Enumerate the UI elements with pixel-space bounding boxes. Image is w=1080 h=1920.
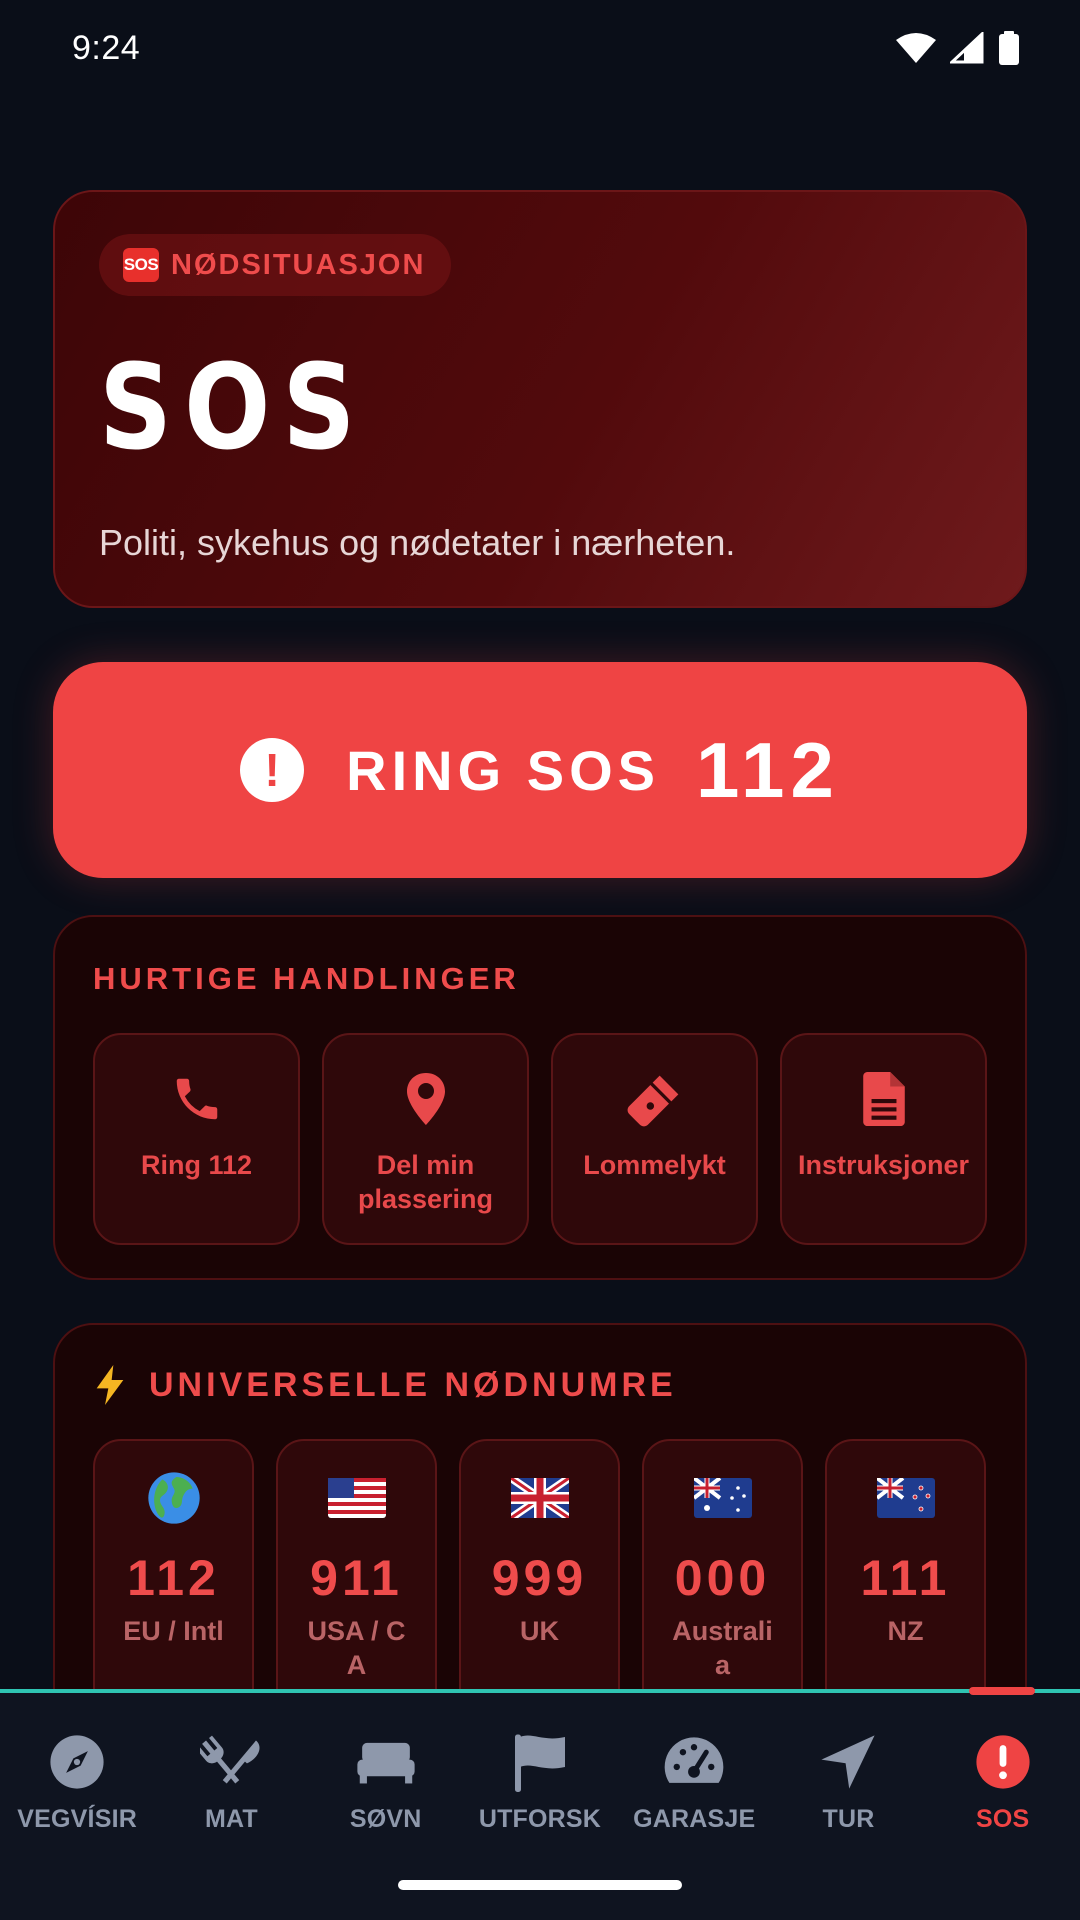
quick-action-flashlight[interactable]: Lommelykt — [551, 1033, 758, 1245]
quick-actions-grid: Ring 112 Del min plassering Lommelykt In… — [93, 1033, 987, 1245]
nav-label: SOS — [976, 1805, 1030, 1833]
call-sos-label: RING SOS — [346, 738, 660, 802]
lightning-icon — [96, 1365, 124, 1405]
nav-label: UTFORSK — [478, 1805, 602, 1833]
emergency-number-uk[interactable]: 999 UK — [459, 1439, 620, 1719]
nav-item-sos[interactable]: SOS — [926, 1693, 1080, 1843]
australia-flag-icon — [693, 1471, 752, 1525]
nav-items: VEGVÍSIR MAT SØVN UTFORSK GARASJE TUR SO… — [0, 1693, 1080, 1843]
emergency-number-region: EU / Intl — [123, 1616, 224, 1646]
emergency-hero-card: SOS NØDSITUASJON SOS Politi, sykehus og … — [53, 190, 1027, 608]
emergency-number-region: NZ — [887, 1616, 924, 1646]
quick-action-share-location[interactable]: Del min plassering — [322, 1033, 529, 1245]
quick-action-label: Lommelykt — [583, 1150, 726, 1180]
emergency-number-eu[interactable]: 112 EU / Intl — [93, 1439, 254, 1719]
sos-emoji-icon: SOS — [123, 248, 159, 282]
quick-action-instructions[interactable]: Instruksjoner — [780, 1033, 987, 1245]
emergency-badge: SOS NØDSITUASJON — [99, 234, 452, 296]
emergency-number-value: 000 — [674, 1550, 771, 1606]
emergency-numbers-heading-label: UNIVERSELLE NØDNUMRE — [149, 1365, 677, 1404]
emergency-number-value: 112 — [127, 1550, 220, 1606]
nav-label: GARASJE — [633, 1805, 756, 1833]
home-indicator[interactable] — [398, 1880, 682, 1890]
nav-label: TUR — [822, 1805, 875, 1833]
quick-actions-heading: HURTIGE HANDLINGER — [93, 961, 520, 996]
uk-flag-icon — [510, 1471, 569, 1525]
location-pin-icon — [402, 1071, 450, 1127]
nav-label: MAT — [204, 1805, 258, 1833]
phone-icon — [170, 1071, 224, 1127]
status-icons — [896, 31, 1020, 65]
alert-icon: ! — [240, 738, 305, 802]
quick-action-label: Ring 112 — [140, 1150, 253, 1180]
nav-item-sovn[interactable]: SØVN — [309, 1693, 463, 1843]
emergency-number-australia[interactable]: 000 Australia — [642, 1439, 803, 1719]
nz-flag-icon — [876, 1471, 935, 1525]
cellular-signal-icon — [950, 32, 984, 64]
emergency-numbers-grid: 112 EU / Intl 911 USA / CA 999 UK 000 Au… — [93, 1439, 987, 1719]
status-time: 9:24 — [72, 28, 141, 67]
utensils-icon — [200, 1731, 262, 1793]
speedometer-icon — [662, 1731, 726, 1793]
navigation-arrow-icon — [819, 1731, 877, 1793]
quick-action-call-112[interactable]: Ring 112 — [93, 1033, 300, 1245]
bed-icon — [355, 1731, 417, 1793]
quick-action-label: Del min plassering — [357, 1150, 494, 1214]
emergency-number-region: Australia — [672, 1616, 773, 1680]
emergency-number-value: 999 — [491, 1550, 588, 1606]
document-icon — [862, 1071, 906, 1127]
nav-item-vegvisir[interactable]: VEGVÍSIR — [0, 1693, 154, 1843]
quick-actions-panel: HURTIGE HANDLINGER Ring 112 Del min plas… — [53, 915, 1027, 1280]
nav-label: VEGVÍSIR — [17, 1805, 137, 1833]
emergency-number-region: UK — [520, 1616, 559, 1646]
flashlight-icon — [627, 1071, 683, 1127]
flag-icon — [512, 1731, 568, 1793]
nav-item-utforsk[interactable]: UTFORSK — [463, 1693, 617, 1843]
nav-item-tur[interactable]: TUR — [771, 1693, 925, 1843]
wifi-icon — [896, 33, 936, 63]
alert-circle-icon — [974, 1731, 1032, 1793]
status-bar: 9:24 — [0, 0, 1080, 96]
nav-item-garasje[interactable]: GARASJE — [617, 1693, 771, 1843]
emergency-number-region: USA / CA — [307, 1616, 406, 1680]
call-sos-button[interactable]: ! RING SOS 112 — [53, 662, 1027, 878]
page-subtitle: Politi, sykehus og nødetater i nærheten. — [99, 522, 736, 563]
compass-icon — [48, 1731, 106, 1793]
emergency-number-value: 911 — [310, 1550, 403, 1606]
us-flag-icon — [327, 1471, 386, 1525]
emergency-number-nz[interactable]: 111 NZ — [825, 1439, 986, 1719]
nav-label: SØVN — [349, 1805, 422, 1833]
page-title: SOS — [99, 338, 368, 476]
battery-icon — [999, 31, 1019, 65]
emergency-number-value: 111 — [860, 1550, 951, 1606]
nav-active-indicator — [969, 1687, 1035, 1695]
call-sos-number: 112 — [695, 725, 840, 814]
quick-action-label: Instruksjoner — [797, 1150, 970, 1180]
emergency-badge-label: NØDSITUASJON — [171, 248, 426, 281]
globe-icon — [146, 1471, 202, 1525]
nav-item-mat[interactable]: MAT — [154, 1693, 308, 1843]
emergency-numbers-heading: UNIVERSELLE NØDNUMRE — [93, 1365, 987, 1405]
emergency-number-usa[interactable]: 911 USA / CA — [276, 1439, 437, 1719]
